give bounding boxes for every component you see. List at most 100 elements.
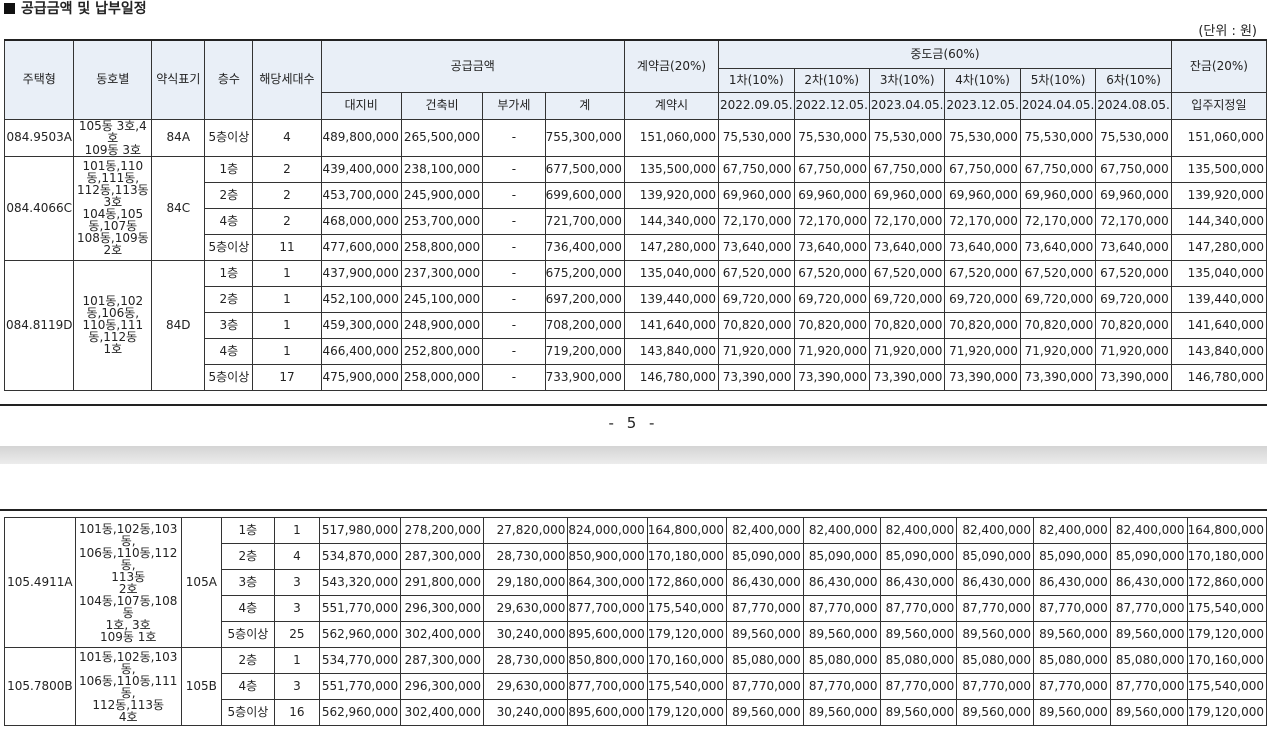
unit-label: (단위 : 원)	[1198, 24, 1257, 39]
balance-cell: 179,120,000	[1186, 699, 1267, 726]
units-cell: 16	[273, 699, 321, 726]
middle-payment-4-cell: 87,770,000	[956, 673, 1035, 700]
total-cell: 733,900,000	[544, 363, 625, 391]
floor-cell: 2층	[204, 285, 254, 313]
vat-cell: -	[482, 311, 546, 339]
building-cell: 105동 3호,4호 109동 3호	[73, 118, 153, 157]
land-cost-cell: 551,770,000	[319, 673, 402, 700]
build-cost-cell: 296,300,000	[400, 673, 484, 700]
col-date-1: 2022.09.05.	[718, 91, 795, 120]
middle-payment-2-cell: 67,750,000	[793, 155, 870, 183]
middle-payment-4-cell: 89,560,000	[956, 699, 1035, 726]
vat-cell: 29,630,000	[482, 595, 569, 622]
middle-payment-1-cell: 73,640,000	[718, 233, 795, 261]
col-units: 해당세대수	[252, 39, 322, 120]
table-1-body: 084.9503A 105동 3호,4호 109동 3호 84A 5층이상 4 489,8…	[3, 118, 1267, 391]
middle-payment-3-cell: 85,090,000	[879, 543, 958, 570]
middle-payment-2-cell: 86,430,000	[802, 569, 881, 596]
contract-cell: 170,180,000	[646, 543, 728, 570]
vat-cell: -	[482, 363, 546, 391]
vat-cell: 30,240,000	[482, 699, 569, 726]
total-cell: 877,700,000	[567, 595, 648, 622]
middle-payment-6-cell: 69,720,000	[1095, 285, 1172, 313]
middle-payment-6-cell: 71,920,000	[1095, 337, 1172, 365]
middle-payment-1-cell: 89,560,000	[726, 621, 804, 648]
middle-payment-3-cell: 75,530,000	[868, 118, 946, 157]
middle-payment-6-cell: 87,770,000	[1109, 673, 1188, 700]
section-title: 공급금액 및 납부일정	[0, 0, 147, 18]
col-date-5: 2024.04.05.	[1019, 91, 1097, 120]
units-cell: 4	[273, 543, 321, 570]
balance-cell: 143,840,000	[1170, 337, 1267, 365]
building-cell: 101동,102동,103동, 106동,110동,112동, 113동 2호 …	[74, 517, 182, 648]
middle-payment-2-cell: 72,170,000	[793, 207, 870, 235]
square-bullet-icon	[4, 3, 15, 14]
contract-cell: 179,120,000	[646, 699, 728, 726]
units-cell: 1	[252, 311, 322, 339]
balance-cell: 151,060,000	[1170, 118, 1267, 157]
building-cell: 101동,102동,106동, 110동,111동,112동 1호	[73, 259, 153, 391]
build-cost-cell: 258,000,000	[400, 363, 484, 391]
middle-payment-5-cell: 75,530,000	[1019, 118, 1097, 157]
middle-payment-4-cell: 69,960,000	[944, 181, 1021, 209]
middle-payment-5-cell: 87,770,000	[1033, 595, 1111, 622]
middle-payment-3-cell: 85,080,000	[879, 647, 958, 674]
contract-cell: 139,920,000	[623, 181, 720, 209]
middle-payment-1-cell: 82,400,000	[726, 517, 804, 544]
land-cost-cell: 562,960,000	[319, 699, 402, 726]
middle-payment-4-cell: 73,640,000	[944, 233, 1021, 261]
total-cell: 721,700,000	[544, 207, 625, 235]
units-cell: 2	[252, 155, 322, 183]
middle-payment-4-cell: 67,520,000	[944, 259, 1021, 287]
vat-cell: 29,630,000	[482, 673, 569, 700]
contract-cell: 143,840,000	[623, 337, 720, 365]
supply-price-table-2: 105.4911A 101동,102동,103동, 106동,110동,112동,…	[4, 517, 1267, 726]
middle-payment-3-cell: 82,400,000	[879, 517, 958, 544]
middle-payment-6-cell: 85,080,000	[1109, 647, 1188, 674]
vat-cell: -	[482, 285, 546, 313]
floor-cell: 1층	[204, 155, 254, 183]
middle-payment-4-cell: 70,820,000	[944, 311, 1021, 339]
col-floor: 층수	[204, 39, 254, 120]
col-vat: 부가세	[482, 91, 546, 120]
middle-payment-6-cell: 89,560,000	[1109, 621, 1188, 648]
middle-payment-1-cell: 69,720,000	[718, 285, 795, 313]
build-cost-cell: 238,100,000	[400, 155, 484, 183]
col-balance: 잔금(20%)	[1170, 39, 1267, 93]
middle-payment-4-cell: 69,720,000	[944, 285, 1021, 313]
balance-cell: 170,180,000	[1186, 543, 1267, 570]
housing-type-cell: 084.4066C	[3, 155, 75, 261]
middle-payment-6-cell: 70,820,000	[1095, 311, 1172, 339]
floor-cell: 2층	[204, 181, 254, 209]
contract-cell: 141,640,000	[623, 311, 720, 339]
build-cost-cell: 287,300,000	[400, 647, 484, 674]
middle-payment-2-cell: 82,400,000	[802, 517, 881, 544]
floor-cell: 2층	[221, 647, 275, 674]
middle-payment-1-cell: 85,090,000	[726, 543, 804, 570]
middle-payment-3-cell: 69,720,000	[868, 285, 946, 313]
middle-payment-3-cell: 72,170,000	[868, 207, 946, 235]
middle-payment-6-cell: 67,750,000	[1095, 155, 1172, 183]
col-middle: 중도금(60%)	[718, 39, 1172, 69]
units-cell: 1	[252, 337, 322, 365]
middle-payment-3-cell: 70,820,000	[868, 311, 946, 339]
units-cell: 4	[252, 118, 322, 157]
middle-payment-5-cell: 82,400,000	[1033, 517, 1111, 544]
middle-payment-6-cell: 67,520,000	[1095, 259, 1172, 287]
units-cell: 1	[273, 647, 321, 674]
middle-payment-1-cell: 71,920,000	[718, 337, 795, 365]
middle-payment-2-cell: 89,560,000	[802, 699, 881, 726]
table-2-body: 105.4911A 101동,102동,103동, 106동,110동,112동,…	[4, 517, 1267, 726]
build-cost-cell: 245,900,000	[400, 181, 484, 209]
housing-type-cell: 084.8119D	[3, 259, 75, 391]
balance-cell: 175,540,000	[1186, 673, 1267, 700]
floor-cell: 3층	[204, 311, 254, 339]
vat-cell: 28,730,000	[482, 543, 569, 570]
middle-payment-2-cell: 71,920,000	[793, 337, 870, 365]
middle-payment-1-cell: 69,960,000	[718, 181, 795, 209]
land-cost-cell: 534,870,000	[319, 543, 402, 570]
col-build: 건축비	[400, 91, 484, 120]
floor-cell: 5층이상	[204, 233, 254, 261]
middle-payment-5-cell: 85,080,000	[1033, 647, 1111, 674]
contract-cell: 135,040,000	[623, 259, 720, 287]
